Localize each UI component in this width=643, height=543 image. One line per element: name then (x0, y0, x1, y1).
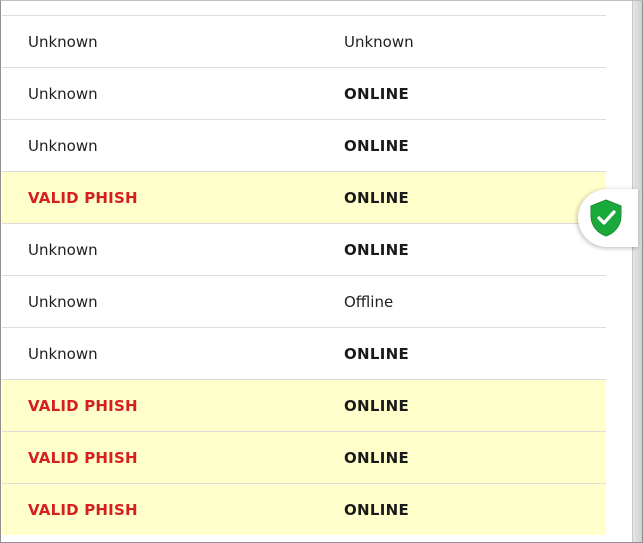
online-state-cell: ONLINE (344, 449, 410, 467)
status-cell: VALID PHISH (28, 501, 138, 519)
online-state-cell: ONLINE (344, 397, 410, 415)
online-state-cell: ONLINE (344, 345, 410, 363)
online-state-cell: ONLINE (344, 85, 410, 103)
table-row: VALID PHISH ONLINE (2, 171, 606, 223)
status-cell: Unknown (28, 33, 98, 51)
table-row: VALID PHISH ONLINE (2, 483, 606, 535)
table-row: Unknown ONLINE (2, 67, 606, 119)
online-state-cell: ONLINE (344, 137, 410, 155)
status-cell: VALID PHISH (28, 189, 138, 207)
table-row: VALID PHISH ONLINE (2, 431, 606, 483)
status-cell: Unknown (28, 241, 98, 259)
online-state-cell: ONLINE (344, 501, 410, 519)
table-row: Unknown ONLINE (2, 327, 606, 379)
online-state-cell: ONLINE (344, 189, 410, 207)
phish-table: Unknown Unknown Unknown ONLINE Unknown O… (2, 15, 606, 535)
online-state-cell: ONLINE (344, 241, 410, 259)
table-row: Unknown Offline (2, 275, 606, 327)
status-cell: Unknown (28, 293, 98, 311)
status-cell: Unknown (28, 85, 98, 103)
status-cell: Unknown (28, 137, 98, 155)
table-row: Unknown ONLINE (2, 223, 606, 275)
table-row: Unknown ONLINE (2, 119, 606, 171)
status-cell: Unknown (28, 345, 98, 363)
table-row: VALID PHISH ONLINE (2, 379, 606, 431)
status-cell: VALID PHISH (28, 449, 138, 467)
status-cell: VALID PHISH (28, 397, 138, 415)
shield-check-icon (590, 199, 622, 237)
scrollbar-track[interactable] (632, 1, 642, 542)
online-state-cell: Unknown (344, 33, 414, 51)
browser-viewport: Unknown Unknown Unknown ONLINE Unknown O… (0, 0, 643, 543)
security-extension-badge[interactable] (578, 189, 638, 247)
online-state-cell: Offline (344, 293, 394, 311)
table-row: Unknown Unknown (2, 15, 606, 67)
